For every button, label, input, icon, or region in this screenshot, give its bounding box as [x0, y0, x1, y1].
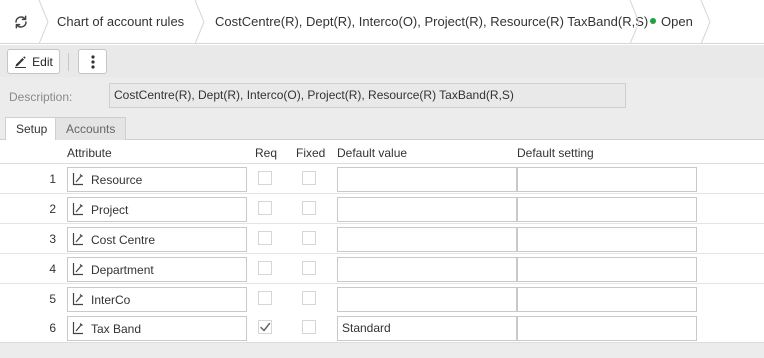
edit-attribute-icon	[72, 233, 83, 246]
attribute-field[interactable]: Cost Centre	[67, 227, 247, 252]
req-checkbox[interactable]	[258, 201, 272, 215]
attribute-name: Tax Band	[91, 322, 142, 336]
refresh-icon[interactable]	[10, 11, 32, 33]
tab-strip: Setup Accounts	[0, 117, 764, 141]
description-row: Description: CostCentre(R), Dept(R), Int…	[0, 77, 764, 117]
default-value-field[interactable]	[337, 287, 517, 312]
toolbar-divider	[68, 53, 69, 71]
row-number: 3	[49, 232, 56, 246]
column-header-default-value: Default value	[337, 146, 408, 160]
toolbar: Edit	[0, 45, 764, 77]
edit-attribute-icon	[72, 322, 83, 335]
default-value-field[interactable]: Standard	[337, 316, 517, 341]
table-row: 5 InterCo	[0, 284, 764, 314]
kebab-menu-icon	[90, 54, 95, 69]
fixed-checkbox[interactable]	[302, 231, 316, 245]
row-number: 5	[49, 292, 56, 306]
default-setting-field[interactable]	[517, 197, 697, 222]
default-value-field[interactable]	[337, 167, 517, 192]
description-field: CostCentre(R), Dept(R), Interco(O), Proj…	[109, 83, 626, 108]
table-row: 1 Resource	[0, 164, 764, 194]
edit-attribute-icon	[72, 203, 83, 216]
fixed-checkbox[interactable]	[302, 291, 316, 305]
breadcrumb: Chart of account rules CostCentre(R), De…	[0, 0, 764, 44]
edit-attribute-icon	[72, 173, 83, 186]
attribute-field[interactable]: InterCo	[67, 287, 247, 312]
breadcrumb-item-rule[interactable]: CostCentre(R), Dept(R), Interco(O), Proj…	[215, 0, 648, 44]
edit-attribute-icon	[72, 293, 83, 306]
edit-attribute-icon	[72, 263, 83, 276]
table-row: 2 Project	[0, 194, 764, 224]
edit-button[interactable]: Edit	[7, 49, 60, 74]
status-dot-icon	[650, 18, 656, 24]
breadcrumb-separator	[194, 0, 205, 44]
default-setting-field[interactable]	[517, 227, 697, 252]
req-checkbox[interactable]	[258, 261, 272, 275]
column-header-req: Req	[255, 146, 278, 160]
attribute-name: InterCo	[91, 293, 131, 307]
pencil-icon	[15, 56, 27, 68]
attribute-name: Project	[91, 203, 129, 217]
tab-setup[interactable]: Setup	[5, 117, 59, 141]
attribute-field[interactable]: Department	[67, 257, 247, 282]
status-badge: Open	[650, 0, 693, 44]
status-label: Open	[661, 14, 693, 29]
attribute-name: Cost Centre	[91, 233, 156, 247]
row-number: 1	[49, 172, 56, 186]
more-options-button[interactable]	[78, 49, 107, 74]
attribute-name: Resource	[91, 173, 143, 187]
row-number: 6	[49, 321, 56, 335]
fixed-checkbox[interactable]	[302, 201, 316, 215]
fixed-checkbox[interactable]	[302, 261, 316, 275]
column-header-fixed: Fixed	[296, 146, 326, 160]
default-setting-field[interactable]	[517, 167, 697, 192]
row-number: 4	[49, 262, 56, 276]
table-row: 6 Tax Band Standard	[0, 313, 764, 343]
breadcrumb-separator	[629, 0, 640, 44]
req-checkbox[interactable]	[258, 231, 272, 245]
footer-bar	[0, 342, 764, 358]
attribute-field[interactable]: Project	[67, 197, 247, 222]
tab-accounts[interactable]: Accounts	[55, 117, 127, 140]
default-value-field[interactable]	[337, 257, 517, 282]
attribute-field[interactable]: Tax Band	[67, 316, 247, 341]
column-header-attribute: Attribute	[67, 146, 112, 160]
default-value-field[interactable]	[337, 227, 517, 252]
table-row: 4 Department	[0, 254, 764, 284]
req-checkbox[interactable]	[258, 291, 272, 305]
default-value-field[interactable]	[337, 197, 517, 222]
req-checkbox[interactable]	[258, 320, 272, 334]
breadcrumb-item-chart-of-account-rules[interactable]: Chart of account rules	[57, 0, 184, 44]
default-setting-field[interactable]	[517, 316, 697, 341]
default-setting-field[interactable]	[517, 257, 697, 282]
table-row: 3 Cost Centre	[0, 224, 764, 254]
description-label: Description:	[9, 90, 73, 104]
attribute-field[interactable]: Resource	[67, 167, 247, 192]
column-header-default-setting: Default setting	[517, 146, 594, 160]
breadcrumb-separator	[700, 0, 711, 44]
edit-label: Edit	[32, 54, 53, 69]
grid-header: Attribute Req Fixed Default value Defaul…	[0, 140, 764, 164]
fixed-checkbox[interactable]	[302, 320, 316, 334]
row-number: 2	[49, 202, 56, 216]
req-checkbox[interactable]	[258, 171, 272, 185]
breadcrumb-separator	[38, 0, 49, 44]
attribute-name: Department	[91, 263, 154, 277]
checkmark-icon	[260, 322, 271, 332]
default-setting-field[interactable]	[517, 287, 697, 312]
fixed-checkbox[interactable]	[302, 171, 316, 185]
